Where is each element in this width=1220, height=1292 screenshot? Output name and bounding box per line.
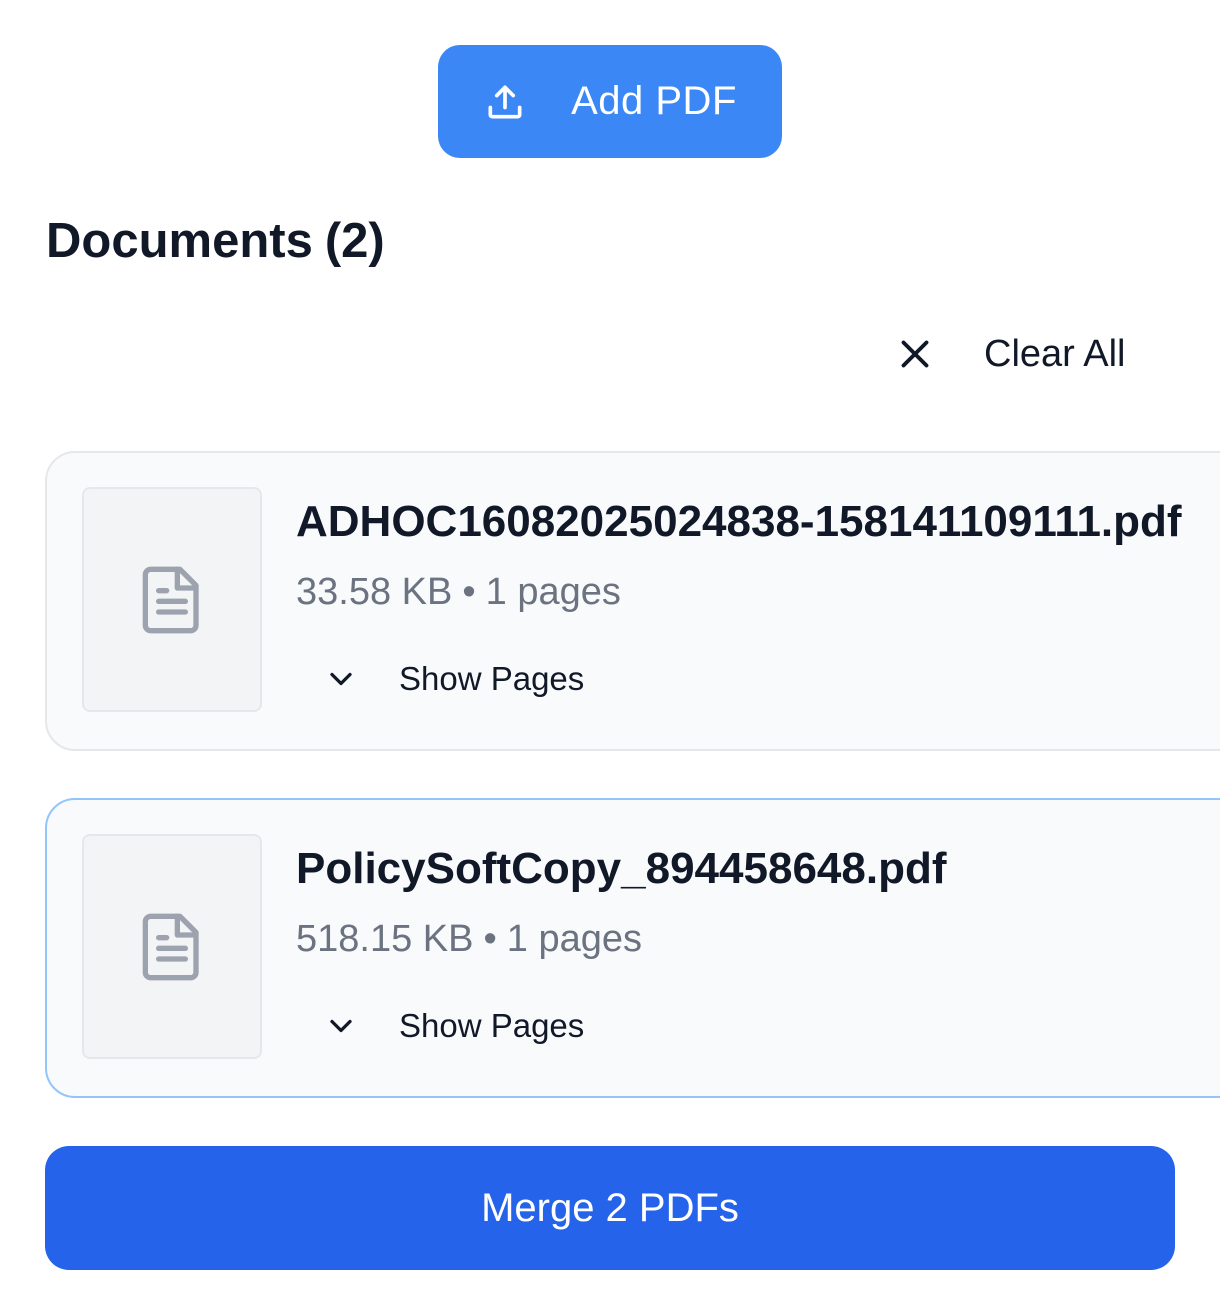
- merge-pdfs-button[interactable]: Merge 2 PDFs: [45, 1146, 1175, 1270]
- documents-count: (2): [324, 214, 385, 268]
- clear-all-button[interactable]: Clear All: [892, 322, 1126, 386]
- show-pages-toggle[interactable]: Show Pages: [323, 651, 584, 707]
- documents-title: Documents: [46, 214, 313, 268]
- file-size: 518.15 KB: [296, 918, 474, 960]
- show-pages-toggle[interactable]: Show Pages: [323, 998, 584, 1054]
- page-count: 1 pages: [485, 571, 621, 613]
- file-size: 33.58 KB: [296, 571, 453, 613]
- show-pages-label: Show Pages: [399, 1007, 585, 1044]
- file-meta: 518.15 KB • 1 pages: [296, 914, 642, 964]
- document-card[interactable]: ADHOC16082025024838-158141109111.pdf 33.…: [45, 451, 1220, 751]
- add-pdf-label: Add PDF: [571, 79, 737, 123]
- page-count: 1 pages: [506, 918, 643, 960]
- add-pdf-button[interactable]: Add PDF: [438, 45, 782, 158]
- document-icon: [142, 566, 199, 633]
- documents-heading: Documents (2): [46, 208, 385, 274]
- show-pages-label: Show Pages: [399, 660, 585, 697]
- upload-icon: [488, 85, 522, 118]
- chevron-down-icon: [330, 1019, 352, 1033]
- document-icon: [142, 913, 199, 980]
- merge-pdfs-label: Merge 2 PDFs: [481, 1185, 739, 1230]
- meta-separator: •: [462, 571, 476, 613]
- clear-all-label: Clear All: [984, 332, 1126, 375]
- document-thumbnail: [82, 834, 262, 1059]
- pdf-merge-panel: Add PDF Documents (2) Clear All ADHOC1608…: [0, 0, 1220, 1292]
- file-name: PolicySoftCopy_894458648.pdf: [296, 844, 947, 893]
- document-card[interactable]: PolicySoftCopy_894458648.pdf 518.15 KB • 1…: [45, 798, 1220, 1098]
- chevron-down-icon: [330, 672, 352, 686]
- file-meta: 33.58 KB • 1 pages: [296, 567, 621, 617]
- document-thumbnail: [82, 487, 262, 712]
- file-name: ADHOC16082025024838-158141109111.pdf: [296, 497, 1182, 546]
- meta-separator: •: [483, 918, 497, 960]
- close-icon: [901, 340, 929, 368]
